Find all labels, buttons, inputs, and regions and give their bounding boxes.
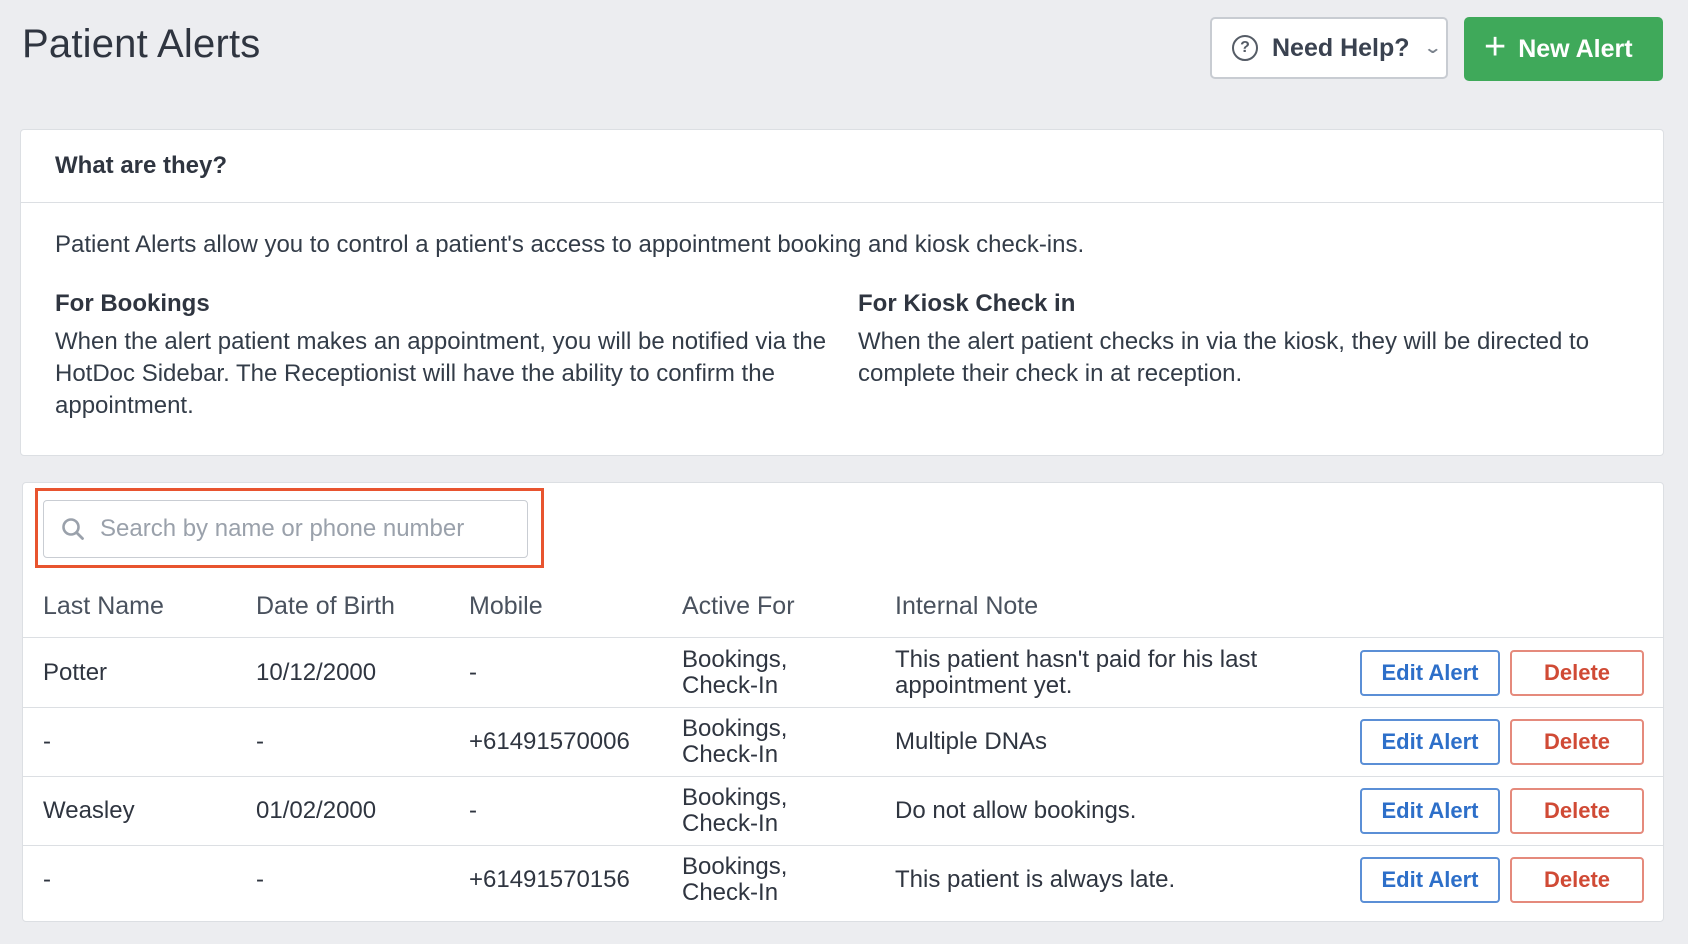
- cell-dob: -: [256, 865, 264, 893]
- plus-icon: +: [1484, 26, 1507, 68]
- delete-alert-button[interactable]: Delete: [1510, 718, 1644, 765]
- search-input[interactable]: [98, 514, 502, 544]
- table-header: Last Name Date of Birth Mobile Active Fo…: [23, 575, 1663, 638]
- active-for-line: Bookings,: [682, 783, 788, 811]
- cell-active-for: Bookings, Check-In: [682, 852, 862, 906]
- cell-mobile: -: [469, 796, 477, 824]
- question-circle-icon: ?: [1232, 35, 1258, 61]
- cell-active-for: Bookings, Check-In: [682, 783, 862, 837]
- active-for-line: Bookings,: [682, 852, 788, 880]
- cell-dob: 01/02/2000: [256, 796, 377, 824]
- delete-alert-button[interactable]: Delete: [1510, 649, 1644, 696]
- cell-mobile: +61491570156: [469, 865, 630, 893]
- row-actions: Edit Alert Delete: [1360, 787, 1644, 834]
- info-intro-text: Patient Alerts allow you to control a pa…: [55, 231, 1085, 258]
- active-for-line: Bookings,: [682, 714, 788, 742]
- cell-last-name: -: [43, 727, 51, 755]
- row-actions: Edit Alert Delete: [1360, 856, 1644, 903]
- info-panel: What are they? Patient Alerts allow you …: [20, 129, 1664, 456]
- cell-last-name: Potter: [43, 658, 108, 686]
- active-for-line: Check-In: [682, 809, 779, 837]
- cell-internal-note: Multiple DNAs: [895, 727, 1048, 755]
- edit-alert-button[interactable]: Edit Alert: [1360, 718, 1500, 765]
- new-alert-button[interactable]: + New Alert: [1464, 17, 1663, 81]
- cell-active-for: Bookings, Check-In: [682, 714, 862, 768]
- need-help-button[interactable]: ? Need Help? ⌄: [1210, 17, 1448, 79]
- search-field[interactable]: [43, 500, 528, 558]
- cell-mobile: -: [469, 658, 477, 686]
- info-panel-header: What are they?: [21, 130, 1663, 203]
- bookings-heading: For Bookings: [55, 290, 210, 317]
- alerts-list-panel: Last Name Date of Birth Mobile Active Fo…: [22, 482, 1664, 922]
- cell-internal-note: This patient hasn't paid for his last ap…: [895, 645, 1258, 699]
- edit-alert-button[interactable]: Edit Alert: [1360, 649, 1500, 696]
- chevron-down-icon: ⌄: [1422, 40, 1442, 57]
- edit-alert-button[interactable]: Edit Alert: [1360, 856, 1500, 903]
- need-help-label: Need Help?: [1272, 33, 1410, 62]
- table-row: Weasley 01/02/2000 - Bookings, Check-In D…: [23, 776, 1663, 846]
- bookings-text: When the alert patient makes an appointm…: [55, 328, 827, 419]
- table-row: Potter 10/12/2000 - Bookings, Check-In Th…: [23, 638, 1663, 708]
- row-actions: Edit Alert Delete: [1360, 649, 1644, 696]
- new-alert-label: New Alert: [1518, 34, 1633, 63]
- cell-mobile: +61491570006: [469, 727, 630, 755]
- kiosk-info: For Kiosk Check in When the alert patien…: [858, 288, 1638, 390]
- column-header-date-of-birth[interactable]: Date of Birth: [256, 592, 395, 621]
- table-row: - - +61491570006 Bookings, Check-In Multi…: [23, 707, 1663, 777]
- kiosk-text: When the alert patient checks in via the…: [858, 328, 1590, 387]
- cell-last-name: Weasley: [43, 796, 135, 824]
- column-header-last-name[interactable]: Last Name: [43, 592, 164, 621]
- table-row: - - +61491570156 Bookings, Check-In This …: [23, 845, 1663, 914]
- search-icon: [62, 518, 84, 540]
- active-for-line: Check-In: [682, 740, 779, 768]
- bookings-info: For Bookings When the alert patient make…: [55, 288, 835, 422]
- delete-alert-button[interactable]: Delete: [1510, 856, 1644, 903]
- kiosk-heading: For Kiosk Check in: [858, 290, 1076, 317]
- cell-active-for: Bookings, Check-In: [682, 645, 862, 699]
- delete-alert-button[interactable]: Delete: [1510, 787, 1644, 834]
- page-title: Patient Alerts: [22, 22, 261, 66]
- column-header-internal-note[interactable]: Internal Note: [895, 593, 1375, 619]
- active-for-line: Check-In: [682, 878, 779, 906]
- column-header-active-for[interactable]: Active For: [682, 593, 862, 619]
- active-for-line: Check-In: [682, 671, 779, 699]
- active-for-line: Bookings,: [682, 645, 788, 673]
- row-actions: Edit Alert Delete: [1360, 718, 1644, 765]
- cell-internal-note: This patient is always late.: [895, 865, 1176, 893]
- cell-internal-note: Do not allow bookings.: [895, 796, 1137, 824]
- edit-alert-button[interactable]: Edit Alert: [1360, 787, 1500, 834]
- cell-dob: 10/12/2000: [256, 658, 377, 686]
- column-header-mobile[interactable]: Mobile: [469, 592, 543, 621]
- cell-last-name: -: [43, 865, 51, 893]
- cell-dob: -: [256, 727, 264, 755]
